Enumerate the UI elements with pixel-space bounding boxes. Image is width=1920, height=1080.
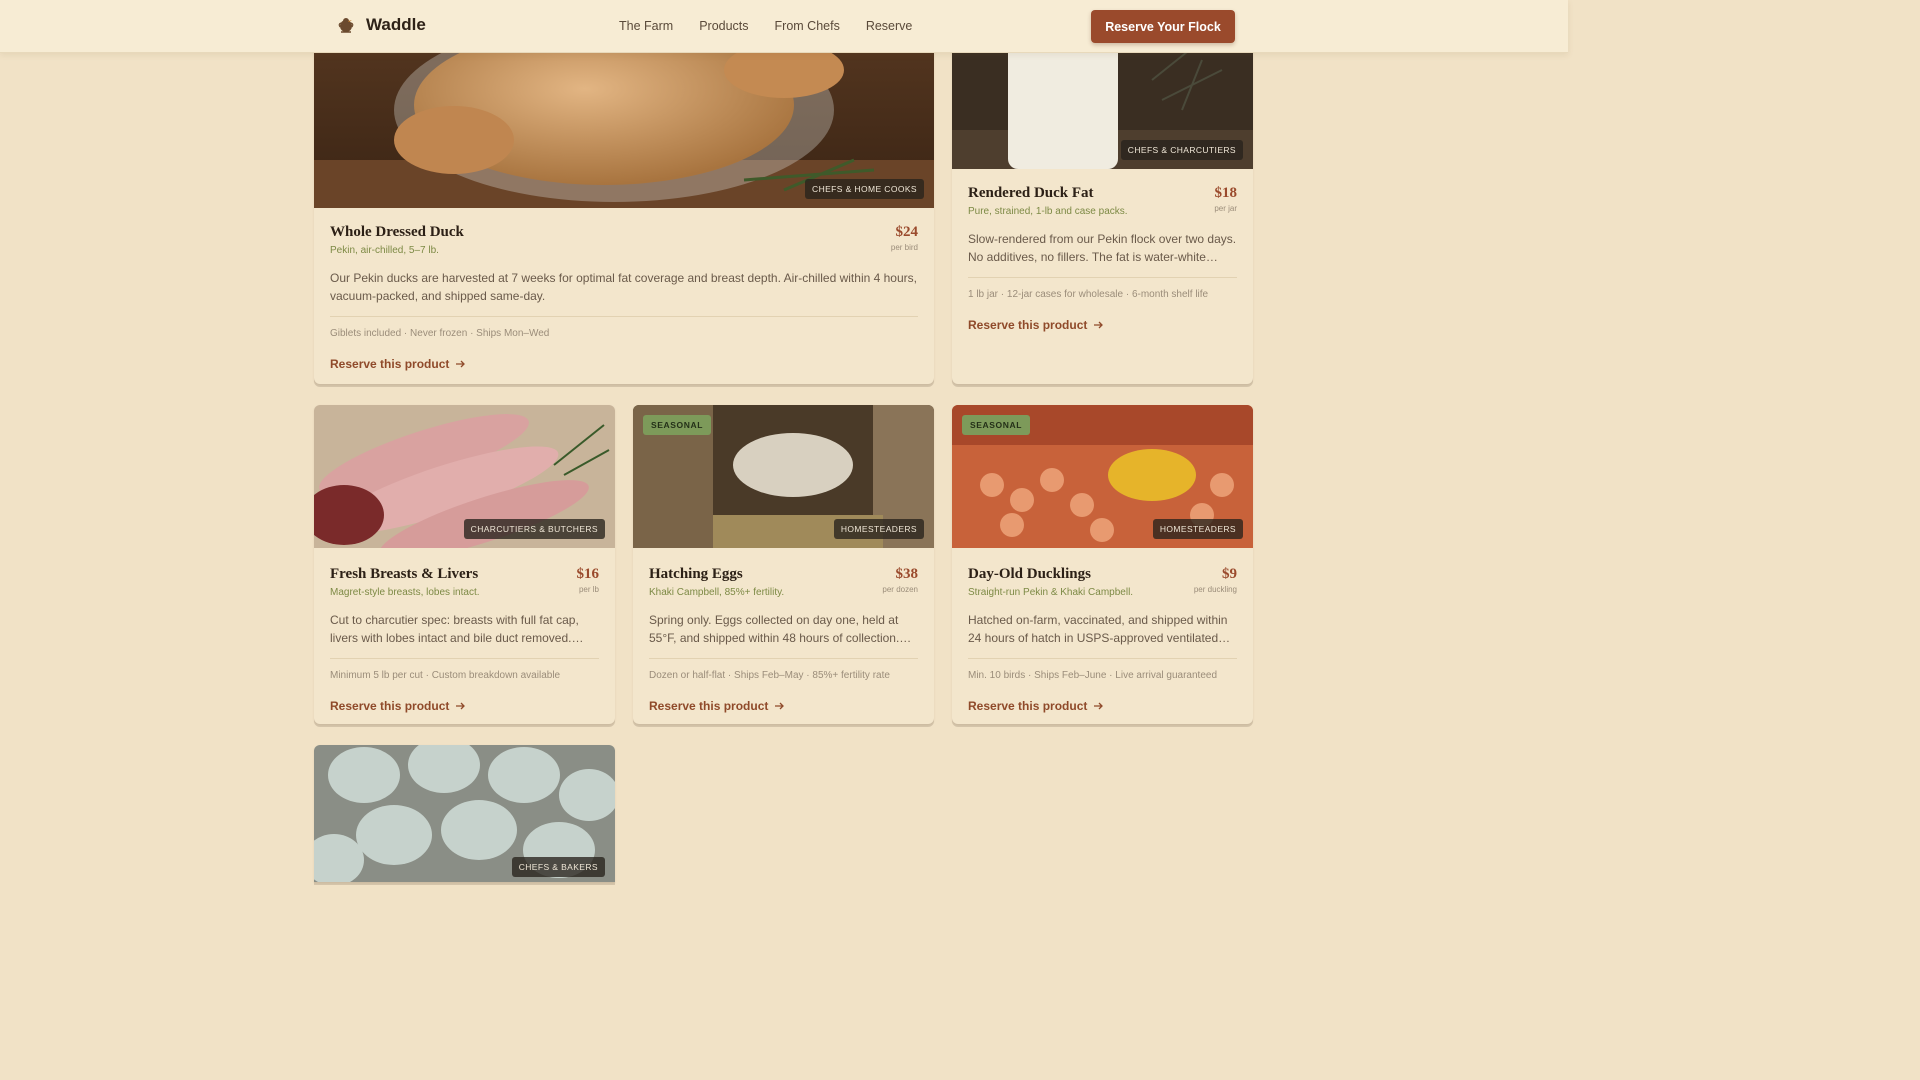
product-photo-ducklings: SEASONAL HOMESTEADERS <box>952 405 1253 548</box>
product-subtitle: Khaki Campbell, 85%+ fertility. <box>649 587 785 598</box>
product-price: $9 per duckling <box>1194 566 1237 594</box>
arrow-right-icon <box>1094 321 1104 329</box>
product-card-duck-fat: CHEFS & CHARCUTIERS Rendered Duck Fat Pu… <box>952 0 1253 384</box>
arrow-right-icon <box>456 702 466 710</box>
product-price: $18 per jar <box>1214 185 1237 213</box>
duck-logo-icon <box>338 18 354 33</box>
reserve-link-label: Reserve this product <box>968 699 1088 713</box>
reserve-product-link[interactable]: Reserve this product <box>330 357 918 371</box>
product-subtitle: Magret-style breasts, lobes intact. <box>330 587 480 598</box>
product-meta: Giblets included · Never frozen · Ships … <box>330 328 550 339</box>
nav-link-the-farm[interactable]: The Farm <box>619 19 673 33</box>
arrow-right-icon <box>1094 702 1104 710</box>
reserve-link-label: Reserve this product <box>649 699 769 713</box>
divider <box>330 658 599 659</box>
product-title: Hatching Eggs <box>649 566 743 582</box>
product-card-breasts-livers: CHARCUTIERS & BUTCHERS Fresh Breasts & L… <box>314 405 615 724</box>
product-photo-breasts-livers: CHARCUTIERS & BUTCHERS <box>314 405 615 548</box>
product-meta: Dozen or half-flat · Ships Feb–May · 85%… <box>649 670 890 681</box>
product-price: $24 per bird <box>891 224 918 252</box>
brand-name: Waddle <box>366 15 426 34</box>
reserve-product-link[interactable]: Reserve this product <box>968 318 1237 332</box>
divider <box>649 658 918 659</box>
product-description: Spring only. Eggs collected on day one, … <box>649 613 900 645</box>
audience-tag: HOMESTEADERS <box>1152 519 1243 539</box>
nav-links: The Farm Products From Chefs Reserve <box>619 19 912 33</box>
price-unit: per jar <box>1214 204 1237 213</box>
brand[interactable]: Waddle <box>336 15 426 35</box>
seasonal-badge: SEASONAL <box>643 415 712 435</box>
price-unit: per duckling <box>1193 585 1237 594</box>
price-value: $9 <box>1222 566 1237 582</box>
product-card-hatching-eggs: SEASONAL HOMESTEADERS Hatching Eggs Khak… <box>633 405 934 724</box>
price-unit: per bird <box>890 243 918 252</box>
reserve-link-label: Reserve this product <box>968 318 1088 332</box>
price-value: $38 <box>895 566 919 582</box>
product-description: Slow-rendered from our Pekin flock over … <box>968 232 1237 264</box>
price-value: $16 <box>576 566 600 582</box>
product-photo-table-eggs: CHEFS & BAKERS <box>314 745 615 882</box>
audience-tag: CHEFS & BAKERS <box>511 857 605 877</box>
reserve-flock-button[interactable]: Reserve Your Flock <box>1091 10 1235 43</box>
audience-tag: HOMESTEADERS <box>833 519 924 539</box>
product-meta: Min. 10 birds · Ships Feb–June · Live ar… <box>968 670 1218 681</box>
top-nav: Waddle The Farm Products From Chefs Rese… <box>0 0 1568 53</box>
product-meta: Minimum 5 lb per cut · Custom breakdown … <box>330 670 561 681</box>
audience-tag: CHARCUTIERS & BUTCHERS <box>463 519 605 539</box>
product-price: $38 per dozen <box>882 566 918 594</box>
arrow-right-icon <box>456 360 466 368</box>
price-value: $18 <box>1214 185 1238 201</box>
product-meta: 1 lb jar · 12-jar cases for wholesale · … <box>968 289 1209 300</box>
reserve-product-link[interactable]: Reserve this product <box>968 699 1237 713</box>
price-value: $24 <box>895 224 919 240</box>
product-description: Our Pekin ducks are harvested at 7 weeks… <box>330 271 917 303</box>
nav-link-from-chefs[interactable]: From Chefs <box>775 19 840 33</box>
product-title: Rendered Duck Fat <box>968 185 1094 201</box>
divider <box>968 277 1237 278</box>
product-card-table-eggs: CHEFS & BAKERS <box>314 745 615 882</box>
nav-link-reserve[interactable]: Reserve <box>866 19 913 33</box>
reserve-product-link[interactable]: Reserve this product <box>649 699 918 713</box>
product-subtitle: Pekin, air-chilled, 5–7 lb. <box>330 245 439 256</box>
product-subtitle: Pure, strained, 1-lb and case packs. <box>968 206 1128 217</box>
reserve-link-label: Reserve this product <box>330 699 450 713</box>
price-unit: per dozen <box>882 585 918 594</box>
product-description: Cut to charcutier spec: breasts with ful… <box>330 613 579 645</box>
product-title: Whole Dressed Duck <box>330 224 464 240</box>
audience-tag: CHEFS & HOME COOKS <box>805 179 924 199</box>
product-price: $16 per lb <box>577 566 600 594</box>
reserve-product-link[interactable]: Reserve this product <box>330 699 599 713</box>
audience-tag: CHEFS & CHARCUTIERS <box>1120 140 1243 160</box>
reserve-link-label: Reserve this product <box>330 357 450 371</box>
arrow-right-icon <box>775 702 785 710</box>
product-card-whole-duck: CHEFS & HOME COOKS Whole Dressed Duck Pe… <box>314 0 934 384</box>
product-description: Hatched on-farm, vaccinated, and shipped… <box>968 613 1228 645</box>
product-photo-hatching-eggs: SEASONAL HOMESTEADERS <box>633 405 934 548</box>
divider <box>330 316 918 317</box>
nav-link-products[interactable]: Products <box>699 19 748 33</box>
seasonal-badge: SEASONAL <box>962 415 1031 435</box>
product-title: Fresh Breasts & Livers <box>330 566 479 582</box>
divider <box>968 658 1237 659</box>
price-unit: per lb <box>578 585 599 594</box>
product-card-ducklings: SEASONAL HOMESTEADERS Day-Old Ducklings … <box>952 405 1253 724</box>
